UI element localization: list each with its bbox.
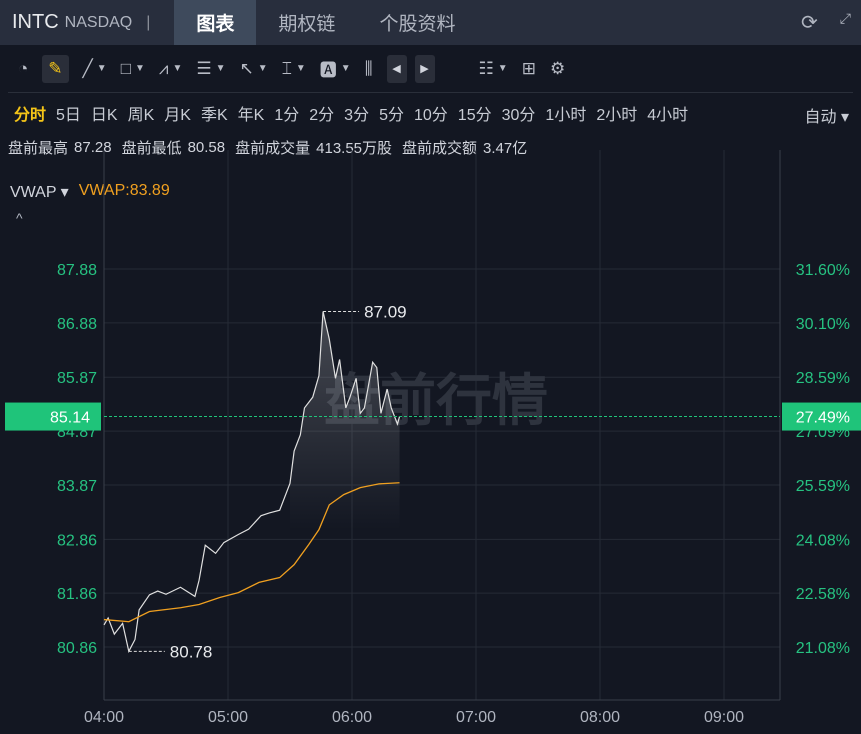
current-pct: 27.49% [796, 410, 850, 427]
price-chart[interactable]: 04:00 05:00 06:00 07:00 08:00 09:00 87.88 31.60… [0, 0, 861, 734]
y-tick-right: 22.58% [796, 586, 850, 603]
y-tick-right: 28.59% [796, 370, 850, 387]
x-tick: 05:00 [208, 709, 248, 726]
y-tick-left: 86.88 [57, 316, 97, 333]
y-tick-right: 24.08% [796, 532, 850, 549]
x-tick: 09:00 [704, 709, 744, 726]
y-tick-right: 25.59% [796, 478, 850, 495]
x-tick: 04:00 [84, 709, 124, 726]
current-price: 85.14 [50, 410, 90, 427]
y-tick-left: 85.87 [57, 370, 97, 387]
y-tick-left: 80.86 [57, 640, 97, 657]
y-tick-left: 83.87 [57, 478, 97, 495]
high-label: 87.09 [364, 303, 407, 322]
x-tick: 07:00 [456, 709, 496, 726]
x-tick: 06:00 [332, 709, 372, 726]
price-area [290, 311, 400, 530]
y-tick-right: 21.08% [796, 640, 850, 657]
x-tick: 08:00 [580, 709, 620, 726]
low-label: 80.78 [170, 642, 213, 661]
y-tick-left: 81.86 [57, 586, 97, 603]
y-tick-right: 31.60% [796, 262, 850, 279]
y-tick-left: 82.86 [57, 532, 97, 549]
y-tick-right: 30.10% [796, 316, 850, 333]
y-tick-left: 87.88 [57, 262, 97, 279]
